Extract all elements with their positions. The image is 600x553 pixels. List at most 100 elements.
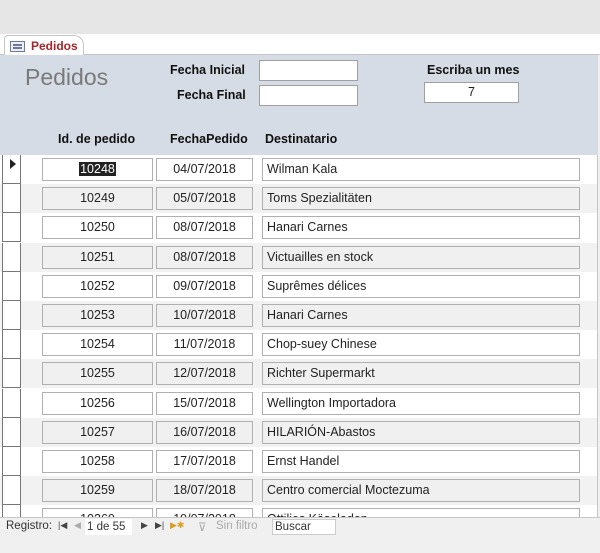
form-title: Pedidos — [25, 64, 109, 90]
fecha-pedido-field[interactable]: 08/07/2018 — [156, 216, 253, 240]
fecha-inicial-label: Fecha Inicial — [170, 63, 246, 77]
fecha-pedido-field[interactable]: 19/07/2018 — [156, 508, 253, 517]
destinatario-field[interactable]: HILARIÓN-Abastos — [262, 420, 580, 444]
fecha-pedido-field[interactable]: 15/07/2018 — [156, 391, 253, 415]
id-pedido-field[interactable]: 10257 — [42, 420, 153, 444]
fecha-pedido-field[interactable]: 16/07/2018 — [156, 420, 253, 444]
id-pedido-field[interactable]: 10253 — [42, 304, 153, 327]
id-pedido-field[interactable]: 10251 — [42, 245, 153, 269]
destinatario-field[interactable]: Centro comercial Moctezuma — [262, 479, 580, 503]
id-text: 10259 — [80, 483, 115, 498]
fecha-pedido-field[interactable]: 04/07/2018 — [156, 158, 253, 181]
record-row: 10251 08/07/2018 Victuailles en stock — [0, 242, 597, 272]
record-row: 10260 19/07/2018 Ottilies Käseladen — [0, 505, 597, 517]
mes-input[interactable]: 7 — [424, 82, 519, 103]
record-selector[interactable] — [2, 213, 21, 243]
destinatario-field[interactable]: Richter Supermarkt — [262, 362, 580, 386]
column-header-id: Id. de pedido — [58, 132, 136, 146]
record-navigation-bar: Registro: |◀ ◀ 1 de 55 ▶ ▶| ▶✱ ⊽ Sin fil… — [0, 517, 600, 536]
record-row: 10248 04/07/2018 Wilman Kala — [0, 155, 597, 184]
fecha-pedido-field[interactable]: 08/07/2018 — [156, 245, 253, 269]
destinatario-field[interactable]: Ernst Handel — [262, 450, 580, 473]
next-record-icon[interactable]: ▶ — [141, 520, 148, 531]
id-pedido-field[interactable]: 10248 — [42, 158, 153, 181]
id-pedido-field[interactable]: 10252 — [42, 274, 153, 298]
form-icon — [10, 40, 25, 52]
id-pedido-field[interactable]: 10256 — [42, 391, 153, 415]
previous-record-icon[interactable]: ◀ — [74, 520, 81, 531]
record-row: 10258 17/07/2018 Ernst Handel — [0, 447, 597, 476]
record-selector[interactable] — [2, 447, 21, 476]
id-text: 10258 — [80, 454, 115, 468]
fecha-pedido-field[interactable]: 12/07/2018 — [156, 362, 253, 386]
destinatario-field[interactable]: Wellington Importadora — [262, 391, 580, 415]
destinatario-field[interactable]: Hanari Carnes — [262, 304, 580, 327]
destinatario-field[interactable]: Toms Spezialitäten — [262, 187, 580, 211]
record-row: 10252 09/07/2018 Suprêmes délices — [0, 271, 597, 301]
id-text: 10252 — [80, 278, 115, 293]
id-pedido-field[interactable]: 10255 — [42, 362, 153, 386]
tab-pedidos[interactable]: Pedidos — [4, 35, 84, 56]
record-selector[interactable] — [2, 505, 21, 517]
id-text: 10253 — [80, 308, 115, 322]
fecha-pedido-field[interactable]: 11/07/2018 — [156, 333, 253, 357]
id-text: 10250 — [80, 220, 115, 235]
mes-label: Escriba un mes — [427, 63, 520, 77]
new-record-icon[interactable]: ▶✱ — [170, 520, 184, 531]
record-selector[interactable] — [2, 271, 21, 301]
record-selector[interactable] — [2, 184, 21, 214]
record-row: 10255 12/07/2018 Richter Supermarkt — [0, 359, 597, 389]
current-record-input[interactable]: 1 de 55 — [85, 519, 132, 535]
id-pedido-field[interactable]: 10254 — [42, 333, 153, 357]
record-selector[interactable] — [2, 359, 21, 389]
fecha-pedido-field[interactable]: 09/07/2018 — [156, 274, 253, 298]
record-row: 10259 18/07/2018 Centro comercial Moctez… — [0, 476, 597, 506]
tab-label: Pedidos — [31, 39, 78, 53]
destinatario-field[interactable]: Suprêmes délices — [262, 274, 580, 298]
id-text: 10256 — [80, 395, 115, 410]
record-row: 10254 11/07/2018 Chop-suey Chinese — [0, 330, 597, 360]
record-row: 10253 10/07/2018 Hanari Carnes — [0, 301, 597, 330]
destinatario-field[interactable]: Chop-suey Chinese — [262, 333, 580, 357]
selected-text: 10248 — [79, 162, 116, 176]
document-tab-bar: Pedidos — [0, 34, 600, 56]
sin-filtro-button[interactable]: Sin filtro — [216, 520, 258, 532]
record-selector[interactable] — [2, 388, 21, 418]
record-row: 10257 16/07/2018 HILARIÓN-Abastos — [0, 417, 597, 447]
record-selector[interactable] — [2, 417, 21, 447]
record-selector[interactable] — [2, 476, 21, 506]
fecha-pedido-field[interactable]: 17/07/2018 — [156, 450, 253, 473]
record-selector[interactable] — [2, 242, 21, 272]
id-pedido-field[interactable]: 10260 — [42, 508, 153, 517]
destinatario-field[interactable]: Wilman Kala — [262, 158, 580, 181]
record-row: 10249 05/07/2018 Toms Spezialitäten — [0, 184, 597, 214]
id-text: 10254 — [80, 337, 115, 352]
id-pedido-field[interactable]: 10258 — [42, 450, 153, 473]
last-record-icon[interactable]: ▶| — [155, 520, 164, 531]
id-pedido-field[interactable]: 10259 — [42, 479, 153, 503]
record-row: 10256 15/07/2018 Wellington Importadora — [0, 388, 597, 418]
registro-label: Registro: — [6, 520, 53, 532]
fecha-final-label: Fecha Final — [177, 88, 246, 102]
record-selector[interactable] — [2, 155, 21, 184]
id-text: 10249 — [80, 191, 115, 206]
fecha-inicial-input[interactable] — [259, 60, 358, 81]
search-input[interactable]: Buscar — [272, 519, 336, 535]
fecha-pedido-field[interactable]: 10/07/2018 — [156, 304, 253, 327]
record-selector[interactable] — [2, 301, 21, 330]
filter-icon: ⊽ — [198, 522, 207, 534]
id-pedido-field[interactable]: 10249 — [42, 187, 153, 211]
destinatario-field[interactable]: Ottilies Käseladen — [262, 508, 580, 517]
column-header-destinatario: Destinatario — [265, 132, 338, 146]
destinatario-field[interactable]: Victuailles en stock — [262, 245, 580, 269]
record-selector[interactable] — [2, 330, 21, 360]
top-area — [0, 0, 600, 34]
id-pedido-field[interactable]: 10250 — [42, 216, 153, 240]
fecha-pedido-field[interactable]: 05/07/2018 — [156, 187, 253, 211]
id-text: 10255 — [80, 366, 115, 381]
id-text: 10257 — [80, 424, 115, 439]
fecha-pedido-field[interactable]: 18/07/2018 — [156, 479, 253, 503]
fecha-final-input[interactable] — [259, 85, 358, 106]
destinatario-field[interactable]: Hanari Carnes — [262, 216, 580, 240]
first-record-icon[interactable]: |◀ — [58, 520, 67, 531]
